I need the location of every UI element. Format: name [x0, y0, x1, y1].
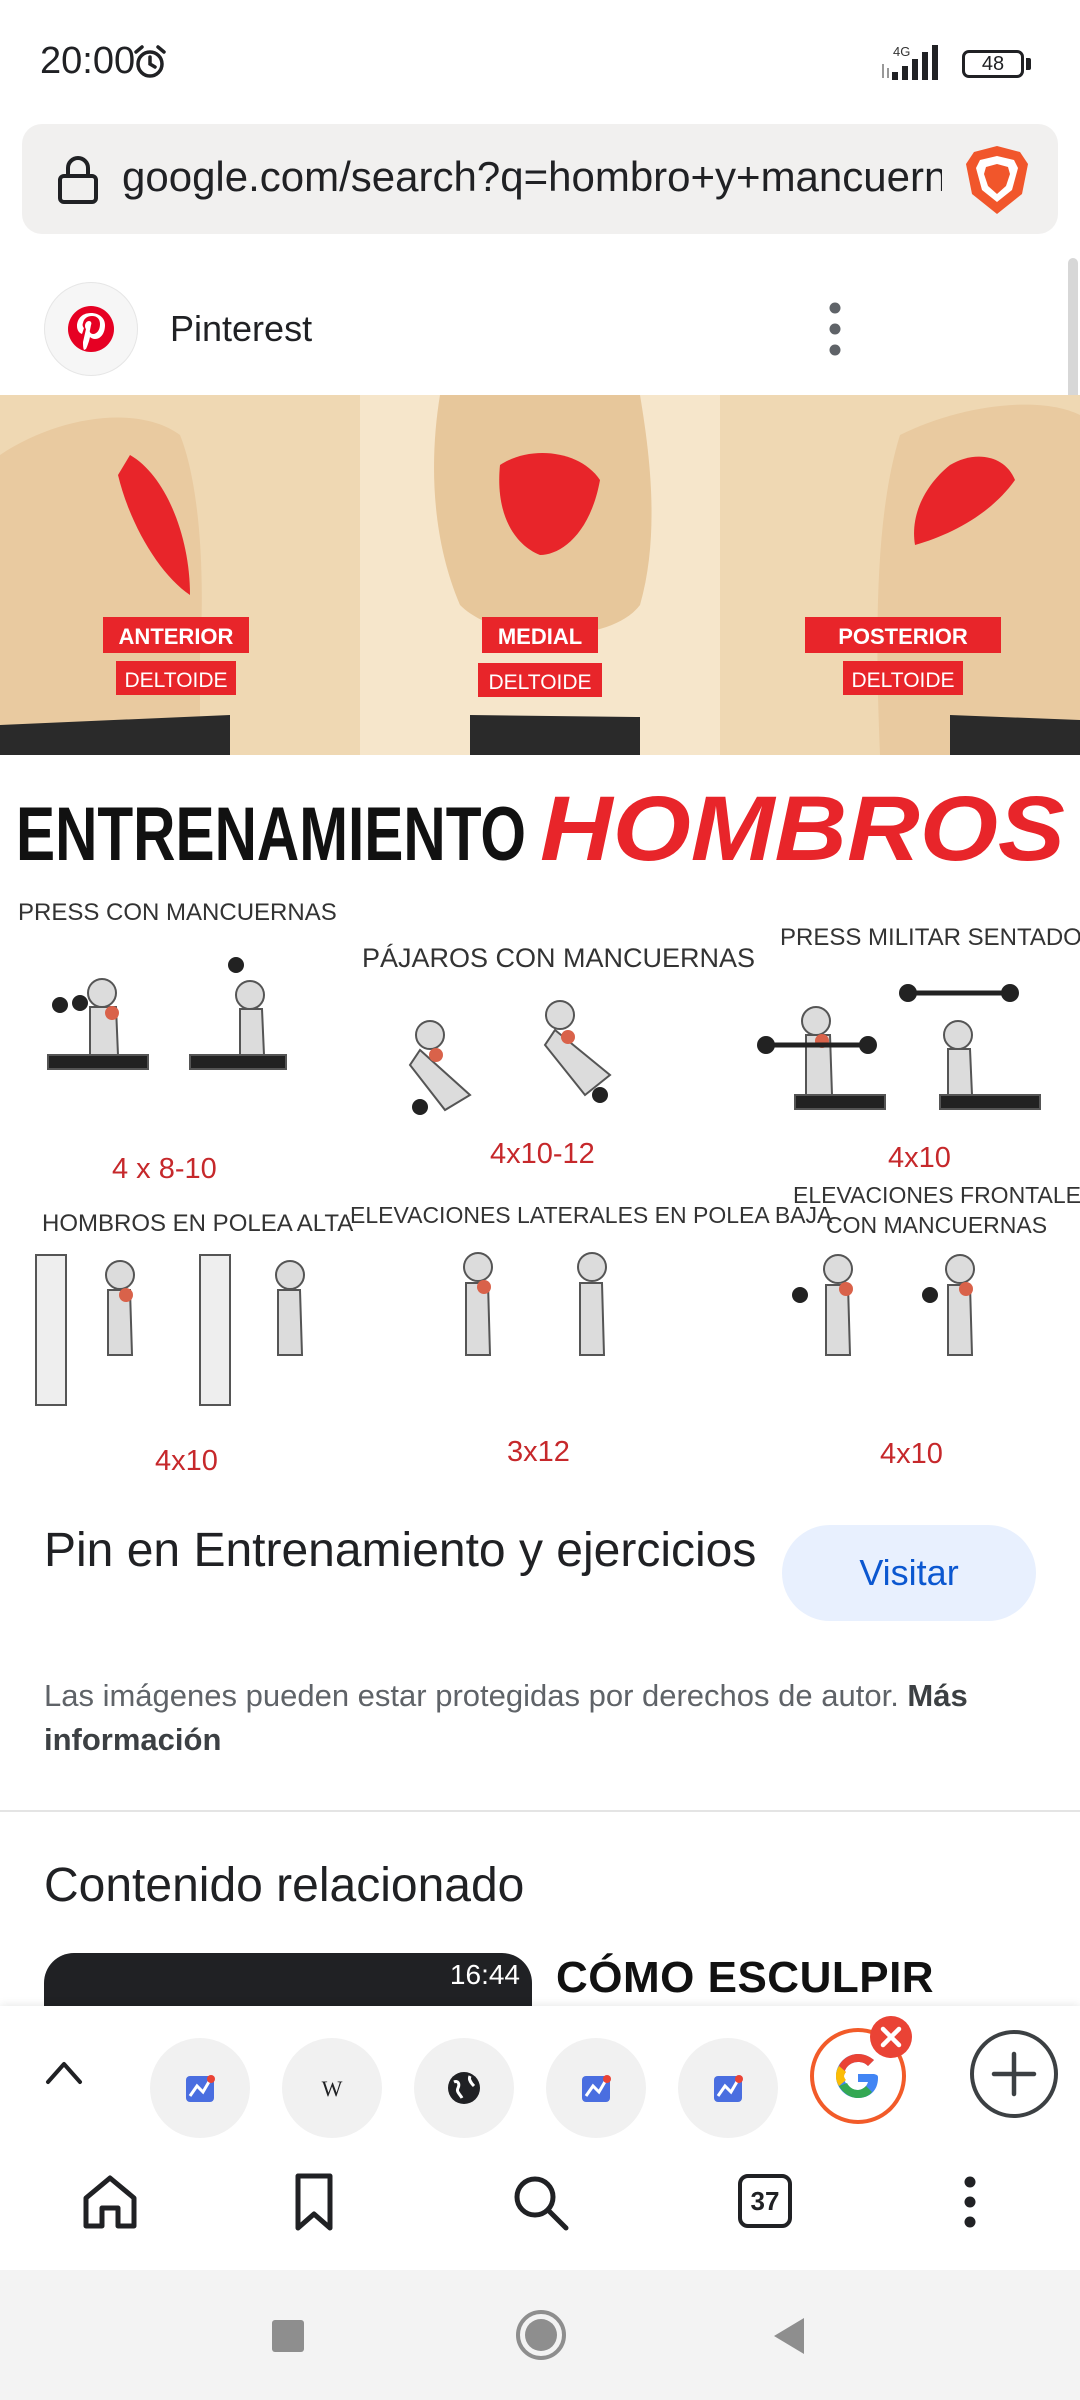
source-name[interactable]: Pinterest	[170, 308, 312, 350]
infographic-heading-left: ENTRENAMIENTO	[16, 792, 526, 877]
svg-text:W: W	[322, 2076, 343, 2101]
close-tab-button[interactable]	[870, 2016, 912, 2058]
svg-text:POSTERIOR: POSTERIOR	[838, 624, 968, 649]
related-card-2-text: CÓMO ESCULPIR TUS	[556, 1953, 935, 2013]
exercise-5-sets: 3x12	[507, 1436, 570, 1468]
status-bar: 20:00 4G 48	[0, 0, 1080, 120]
copyright-text: Las imágenes pueden estar protegidas por…	[44, 1678, 908, 1713]
lock-icon[interactable]	[56, 154, 100, 204]
visit-button[interactable]: Visitar	[782, 1525, 1036, 1621]
brave-shield-icon[interactable]	[962, 144, 1032, 216]
infographic-heading-right: HOMBROS	[540, 778, 1065, 880]
pinterest-icon	[68, 306, 114, 352]
app-tab-icon	[714, 2075, 743, 2102]
result-image[interactable]: ANTERIOR DELTOIDE MEDIAL DELTOIDE POSTER…	[0, 395, 1080, 1485]
exercise-5-name: ELEVACIONES LATERALES EN POLEA BAJA	[350, 1202, 833, 1228]
exercise-2-sets: 4x10-12	[490, 1138, 595, 1170]
svg-text:DELTOIDE: DELTOIDE	[851, 669, 954, 692]
clock: 20:00	[40, 40, 136, 82]
battery-tip	[1026, 58, 1031, 70]
tab-thumbnail-5[interactable]	[678, 2038, 778, 2138]
close-icon	[880, 2026, 902, 2048]
svg-text:MEDIAL: MEDIAL	[498, 624, 582, 649]
exercise-3-sets: 4x10	[888, 1142, 951, 1174]
globe-icon	[448, 2072, 480, 2104]
related-heading: Contenido relacionado	[44, 1859, 525, 1912]
new-tab-button[interactable]	[970, 2030, 1058, 2118]
tabs-count-button[interactable]: 37	[738, 2174, 792, 2228]
exercise-3-name: PRESS MILITAR SENTADO	[780, 924, 1080, 951]
exercise-6-name-line1: ELEVACIONES FRONTALES	[793, 1182, 1080, 1208]
home-icon[interactable]	[78, 2170, 142, 2234]
tab-thumbnail-1[interactable]	[150, 2038, 250, 2138]
exercise-2-name: PÁJAROS CON MANCUERNAS	[362, 943, 755, 973]
app-tab-icon	[582, 2075, 611, 2102]
battery-indicator: 48	[962, 50, 1024, 78]
result-title[interactable]: Pin en Entrenamiento y ejercicios	[44, 1518, 764, 1584]
home-nav-icon[interactable]	[514, 2308, 568, 2362]
bookmark-icon[interactable]	[282, 2170, 346, 2234]
plus-icon	[991, 2051, 1037, 2097]
address-bar[interactable]: google.com/search?q=hombro+y+mancuernas	[22, 124, 1058, 234]
alarm-icon	[134, 45, 166, 78]
url-text[interactable]: google.com/search?q=hombro+y+mancuernas	[122, 153, 942, 201]
menu-dots-icon[interactable]	[938, 2170, 1002, 2234]
wikipedia-icon: W	[322, 2076, 343, 2101]
search-icon[interactable]	[508, 2170, 572, 2234]
chevron-up-icon[interactable]	[42, 2052, 86, 2092]
shoulder-infographic[interactable]: ANTERIOR DELTOIDE MEDIAL DELTOIDE POSTER…	[0, 395, 1080, 1485]
recents-icon[interactable]	[268, 2316, 308, 2356]
svg-text:DELTOIDE: DELTOIDE	[124, 669, 227, 692]
tab-strip: W	[0, 2006, 1080, 2140]
exercise-4-sets: 4x10	[155, 1445, 218, 1477]
related-card-1-time: 16:44	[449, 1959, 520, 1990]
app-tab-icon	[186, 2075, 215, 2102]
back-icon[interactable]	[768, 2314, 810, 2358]
exercise-1-name: PRESS CON MANCUERNAS	[18, 899, 337, 926]
browser-bottom-nav: 37	[0, 2140, 1080, 2270]
exercise-4-name: HOMBROS EN POLEA ALTA	[42, 1210, 353, 1237]
svg-text:ANTERIOR: ANTERIOR	[119, 624, 234, 649]
section-divider	[0, 1810, 1080, 1812]
exercise-6-name-line2: CON MANCUERNAS	[826, 1212, 1047, 1238]
tab-thumbnail-2[interactable]: W	[282, 2038, 382, 2138]
exercise-6-sets: 4x10	[880, 1438, 943, 1470]
related-card-1[interactable]: 16:44	[44, 1953, 532, 2013]
tab-thumbnail-4[interactable]	[546, 2038, 646, 2138]
pinterest-avatar	[44, 282, 138, 376]
svg-text:DELTOIDE: DELTOIDE	[488, 671, 591, 694]
source-row[interactable]: Pinterest	[0, 280, 1080, 380]
system-nav-bar	[0, 2270, 1080, 2400]
copyright-notice: Las imágenes pueden estar protegidas por…	[44, 1674, 1044, 1762]
signal-icon	[882, 45, 938, 80]
tab-thumbnail-3[interactable]	[414, 2038, 514, 2138]
more-options-icon[interactable]	[820, 294, 850, 364]
related-card-2[interactable]: CÓMO ESCULPIR TUS	[556, 1953, 1036, 2013]
exercise-1-sets: 4 x 8-10	[112, 1153, 217, 1185]
